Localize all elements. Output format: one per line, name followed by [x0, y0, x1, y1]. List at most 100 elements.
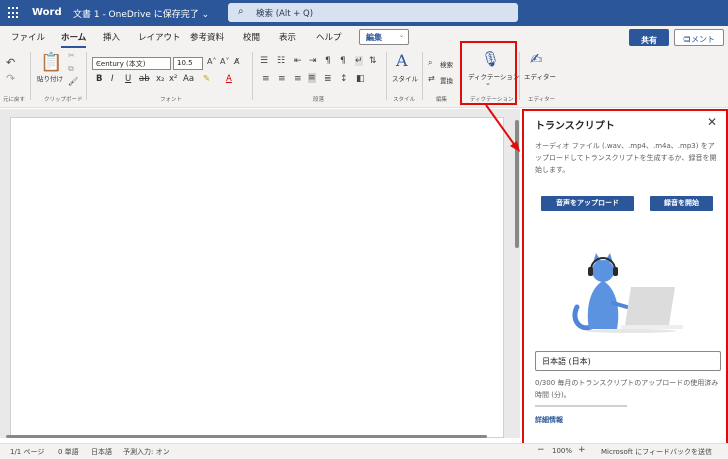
divider — [252, 52, 253, 100]
page-count: 1/1 ページ — [10, 448, 45, 456]
tab-help[interactable]: ヘルプ — [316, 31, 342, 43]
ltr-icon[interactable]: ¶ — [340, 56, 346, 66]
language-select[interactable]: 日本語 (日本) ⌄ — [535, 351, 721, 371]
italic-button[interactable]: I — [111, 74, 114, 84]
bold-button[interactable]: B — [96, 74, 102, 84]
chevron-down-icon: ⌄ — [177, 59, 183, 66]
change-case-button[interactable]: Aa — [183, 74, 194, 84]
font-color-button[interactable]: A — [226, 74, 232, 84]
format-painter-icon[interactable]: 🖌 — [68, 77, 78, 86]
share-button[interactable]: ⇪ 共有 — [629, 29, 669, 46]
tab-review[interactable]: 校閲 — [243, 31, 260, 43]
highlight-color-icon[interactable]: ✎ — [203, 74, 210, 84]
clear-format-icon[interactable]: A̸ — [234, 57, 239, 66]
search-icon: ⌕ — [238, 6, 244, 17]
divider — [30, 52, 31, 100]
line-spacing-icon[interactable]: ↕ — [340, 74, 348, 84]
divider — [422, 52, 423, 100]
divider — [86, 52, 87, 100]
zoom-level[interactable]: 100% — [552, 447, 572, 455]
editor-icon[interactable]: ✍ — [530, 50, 543, 68]
word-count: 0 単語 — [58, 448, 79, 456]
divider — [519, 52, 520, 100]
zoom-out-icon[interactable]: − — [537, 445, 545, 455]
numbering-icon[interactable]: ☷ — [277, 56, 285, 66]
feedback-link[interactable]: Microsoft にフィードバックを送信 — [601, 447, 712, 457]
edit-mode-dropdown[interactable]: 編集 ⌄ — [359, 29, 409, 45]
copy-icon[interactable]: ⧉ — [68, 64, 74, 74]
language-status[interactable]: 日本語 — [91, 447, 112, 457]
rtl-icon[interactable]: ¶ — [325, 56, 331, 66]
tab-view[interactable]: 表示 — [279, 31, 296, 43]
editor-group-label: エディター — [528, 97, 556, 103]
show-marks-icon[interactable]: ↵ — [355, 56, 363, 66]
align-left-icon[interactable]: ≡ — [262, 74, 270, 84]
styles-button[interactable]: スタイル — [392, 73, 418, 83]
tab-home[interactable]: ホーム — [61, 31, 87, 48]
font-name-select[interactable]: Century (本文) ⌄ — [92, 57, 171, 70]
outdent-icon[interactable]: ⇤ — [294, 56, 302, 66]
pane-description: オーディオ ファイル (.wav、.mp4、.m4a、.mp3) をアップロード… — [535, 142, 717, 174]
editing-group-label: 編集 — [436, 97, 448, 103]
find-button[interactable]: 検索 — [440, 59, 453, 69]
tab-references[interactable]: 参考資料 — [190, 31, 224, 43]
usage-text: 0/300 毎月のトランスクリプトのアップロードの使用済み時間 (分)。 — [535, 379, 719, 399]
editor-button[interactable]: エディター — [524, 71, 556, 81]
document-title[interactable]: 文書 1 - OneDrive に保存完了 ⌄ — [73, 7, 209, 20]
usage-progress-bar — [535, 405, 627, 407]
indent-icon[interactable]: ⇥ — [309, 56, 317, 66]
replace-icon[interactable]: ⇄ — [428, 74, 435, 83]
grow-font-icon[interactable]: A˄ — [207, 57, 216, 66]
align-center-icon[interactable]: ≡ — [278, 74, 286, 84]
shrink-font-icon[interactable]: A˅ — [220, 57, 229, 66]
justify-icon[interactable]: ≡ — [308, 73, 316, 83]
divider — [386, 52, 387, 100]
ribbon-tabs: ファイル ホーム 挿入 レイアウト 参考資料 校閲 表示 ヘルプ 編集 ⌄ ⇪ … — [0, 26, 728, 48]
horizontal-scrollbar[interactable] — [6, 435, 487, 438]
title-bar: Word 文書 1 - OneDrive に保存完了 ⌄ ⌕ 検索 (Alt +… — [0, 0, 728, 26]
undo-group-label: 元に戻す — [3, 97, 26, 103]
app-launcher-icon[interactable] — [8, 7, 20, 19]
clipboard-group-label: クリップボード — [44, 97, 83, 103]
chevron-down-icon: ⌄ — [96, 59, 102, 66]
vertical-scrollbar[interactable] — [515, 120, 519, 248]
paragraph-group-label: 段落 — [313, 97, 325, 103]
tab-insert[interactable]: 挿入 — [103, 31, 120, 43]
align-right-icon[interactable]: ≡ — [294, 74, 302, 84]
styles-icon[interactable]: A — [396, 51, 408, 70]
paste-icon[interactable]: 📋 — [40, 52, 62, 73]
zoom-in-icon[interactable]: + — [578, 445, 586, 455]
upload-audio-button[interactable]: 音声をアップロード — [541, 196, 634, 211]
text-prediction-status[interactable]: 予測入力: オン — [123, 447, 170, 457]
redo-icon[interactable]: ↷ — [6, 72, 15, 85]
document-page[interactable] — [10, 117, 504, 438]
tab-layout[interactable]: レイアウト — [138, 31, 181, 43]
search-box[interactable]: ⌕ 検索 (Alt + Q) — [228, 3, 518, 22]
close-icon[interactable]: ✕ — [707, 115, 717, 129]
find-icon[interactable]: ⌕ — [428, 58, 432, 68]
distributed-icon[interactable]: ≣ — [324, 74, 332, 84]
underline-button[interactable]: U — [125, 74, 131, 84]
comment-label: コメント — [683, 35, 715, 44]
paste-label[interactable]: 貼り付け — [37, 73, 63, 83]
subscript-button[interactable]: x₂ — [156, 74, 164, 84]
undo-icon[interactable]: ↶ — [6, 56, 15, 69]
start-recording-button[interactable]: 録音を開始 — [650, 196, 713, 211]
replace-button[interactable]: 置換 — [440, 75, 453, 85]
ribbon: ↶ ↷ 元に戻す 📋 貼り付け ✂ ⧉ 🖌 クリップボード Century (本… — [0, 48, 728, 108]
transcript-illustration — [572, 253, 683, 333]
tab-file[interactable]: ファイル — [11, 31, 45, 43]
font-size-select[interactable]: 10.5 ⌄ — [173, 57, 203, 70]
cut-icon[interactable]: ✂ — [68, 51, 75, 60]
shading-icon[interactable]: ◧ — [356, 74, 365, 84]
chevron-down-icon: ⌄ — [398, 32, 404, 39]
strikethrough-button[interactable]: ab — [139, 74, 150, 84]
superscript-button[interactable]: x² — [169, 74, 177, 84]
app-name[interactable]: Word — [32, 7, 62, 18]
comment-button[interactable]: ▭ コメント — [674, 29, 724, 46]
sort-icon[interactable]: ⇅ — [369, 56, 377, 66]
more-info-link[interactable]: 詳細情報 — [535, 415, 563, 425]
bullets-icon[interactable]: ☰ — [260, 56, 268, 66]
styles-group-label: スタイル — [393, 97, 416, 103]
pane-title: トランスクリプト — [535, 121, 615, 132]
